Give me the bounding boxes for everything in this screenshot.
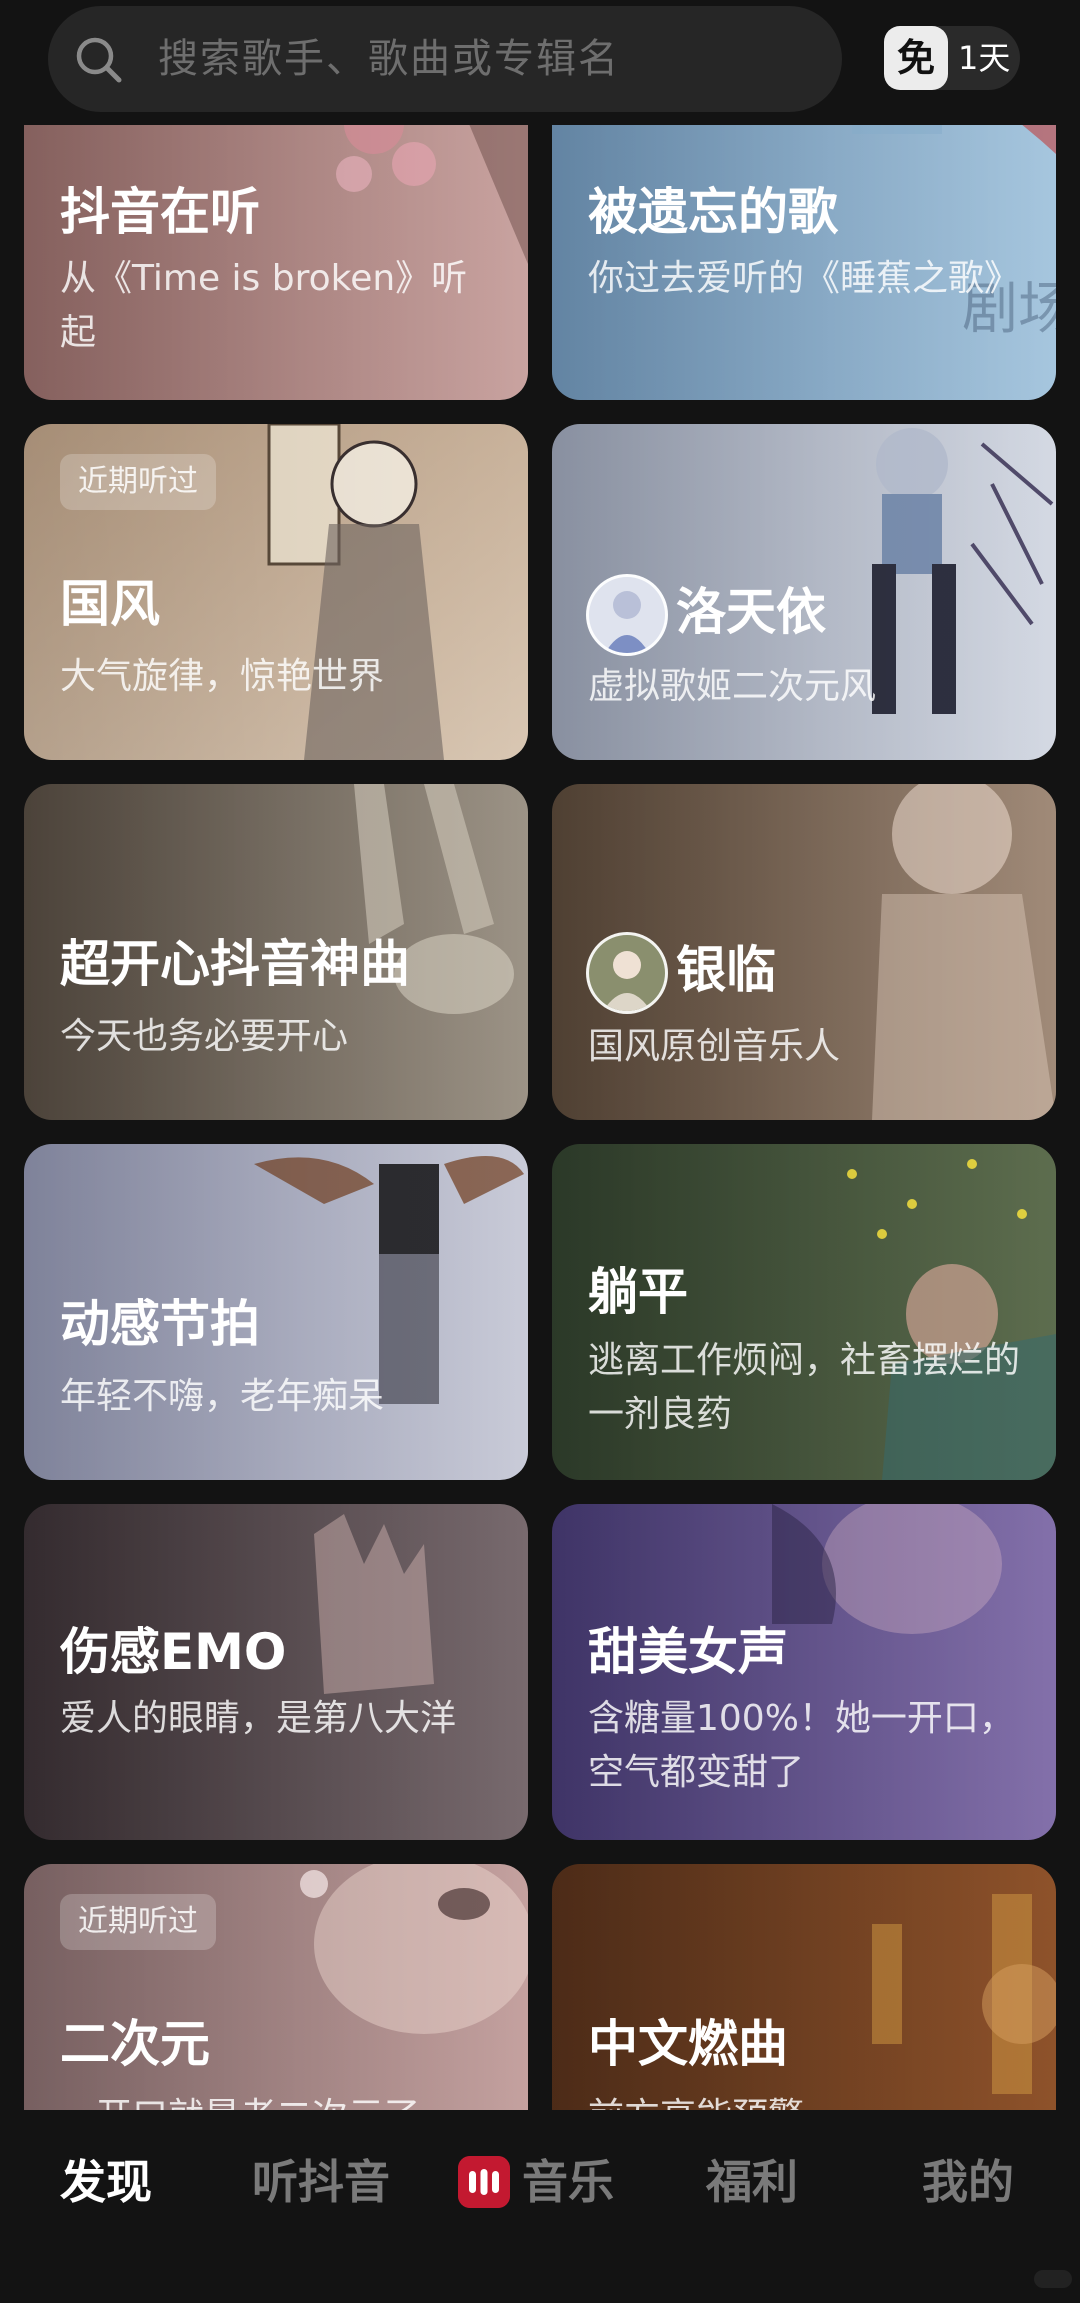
- playlist-card-lying-flat[interactable]: 躺平 逃离工作烦闷，社畜摆烂的一剂良药: [552, 1144, 1056, 1480]
- card-title: 国风: [60, 575, 160, 633]
- card-title: 银临: [676, 941, 776, 999]
- card-subtitle: 国风原创音乐人: [588, 1026, 841, 1067]
- card-subtitle: 前方高能预警: [588, 2090, 1028, 2110]
- card-subtitle: 从《Time is broken》听起: [60, 258, 468, 353]
- card-subtitle: 大气旋律，惊艳世界: [60, 656, 385, 697]
- free-vip-icon: 免: [884, 26, 948, 90]
- playlist-card-guofeng[interactable]: 近期听过 国风 大气旋律，惊艳世界: [24, 424, 528, 760]
- tab-music[interactable]: 音乐: [522, 2152, 614, 2212]
- playlist-card-yinlin[interactable]: 银临 国风原创音乐人: [552, 784, 1056, 1120]
- search-bar[interactable]: 搜索歌手、歌曲或专辑名: [48, 6, 842, 112]
- recently-played-badge: 近期听过: [60, 1894, 216, 1950]
- artist-avatar: [586, 574, 668, 656]
- free-vip-days: 1天: [958, 39, 1011, 77]
- card-title: 甜美女声: [588, 1623, 788, 1681]
- card-subtitle: 你过去爱听的《睡蕉之歌》: [588, 258, 1021, 299]
- free-vip-button[interactable]: 免 1天: [884, 26, 1020, 90]
- card-subtitle: 逃离工作烦闷，社畜摆烂的一剂良药: [588, 1340, 1021, 1435]
- playlist-card-anime[interactable]: 近期听过 二次元 一开口就是老二次元了: [24, 1864, 528, 2110]
- playlist-grid: 抖音在听 从《Time is broken》听起 剧场2 被遗忘的歌 你过去爱听…: [0, 0, 1080, 2110]
- playlist-card-sad-emo[interactable]: 伤感EMO 爱人的眼睛，是第八大洋: [24, 1504, 528, 1840]
- home-indicator: [1034, 2270, 1072, 2288]
- playlist-card-sweet-female-vocals[interactable]: 甜美女声 含糖量100%！她一开口，空气都变甜了: [552, 1504, 1056, 1840]
- playlist-card-dynamic-beats[interactable]: 动感节拍 年轻不嗨，老年痴呆: [24, 1144, 528, 1480]
- card-title: 伤感EMO: [60, 1623, 287, 1681]
- tab-me[interactable]: 我的: [922, 2152, 1014, 2212]
- playlist-card-luotianyi[interactable]: 洛天依 虚拟歌姬二次元风: [552, 424, 1056, 760]
- card-subtitle: 爱人的眼睛，是第八大洋: [60, 1698, 457, 1739]
- bottom-nav: 发现 听抖音 音乐 福利 我的: [0, 2110, 1080, 2303]
- card-subtitle: 今天也务必要开心: [60, 1016, 349, 1057]
- card-title: 躺平: [588, 1263, 688, 1321]
- tab-listen-douyin[interactable]: 听抖音: [252, 2152, 390, 2212]
- playlist-card-happy-hits[interactable]: 超开心抖音神曲 今天也务必要开心: [24, 784, 528, 1120]
- card-title: 超开心抖音神曲: [60, 935, 410, 993]
- artist-avatar: [586, 932, 668, 1014]
- top-bar: 搜索歌手、歌曲或专辑名 免 1天: [0, 0, 1080, 125]
- card-title: 二次元: [60, 2015, 210, 2073]
- card-subtitle: 一开口就是老二次元了: [60, 2090, 500, 2110]
- tab-rewards[interactable]: 福利: [706, 2152, 798, 2212]
- card-title: 动感节拍: [60, 1295, 260, 1353]
- music-app-icon: [458, 2156, 510, 2208]
- tab-discover[interactable]: 发现: [60, 2152, 152, 2212]
- card-subtitle: 含糖量100%！她一开口，空气都变甜了: [588, 1698, 1015, 1793]
- card-title: 被遗忘的歌: [588, 183, 838, 241]
- card-title: 中文燃曲: [588, 2015, 788, 2073]
- card-subtitle: 虚拟歌姬二次元风: [588, 666, 877, 707]
- recently-played-badge: 近期听过: [60, 454, 216, 510]
- card-subtitle: 年轻不嗨，老年痴呆: [60, 1376, 385, 1417]
- card-title: 抖音在听: [60, 183, 260, 241]
- search-placeholder: 搜索歌手、歌曲或专辑名: [158, 36, 620, 82]
- card-title: 洛天依: [676, 583, 826, 641]
- search-icon: [76, 37, 122, 83]
- playlist-card-chinese-energy[interactable]: 中文燃曲 前方高能预警: [552, 1864, 1056, 2110]
